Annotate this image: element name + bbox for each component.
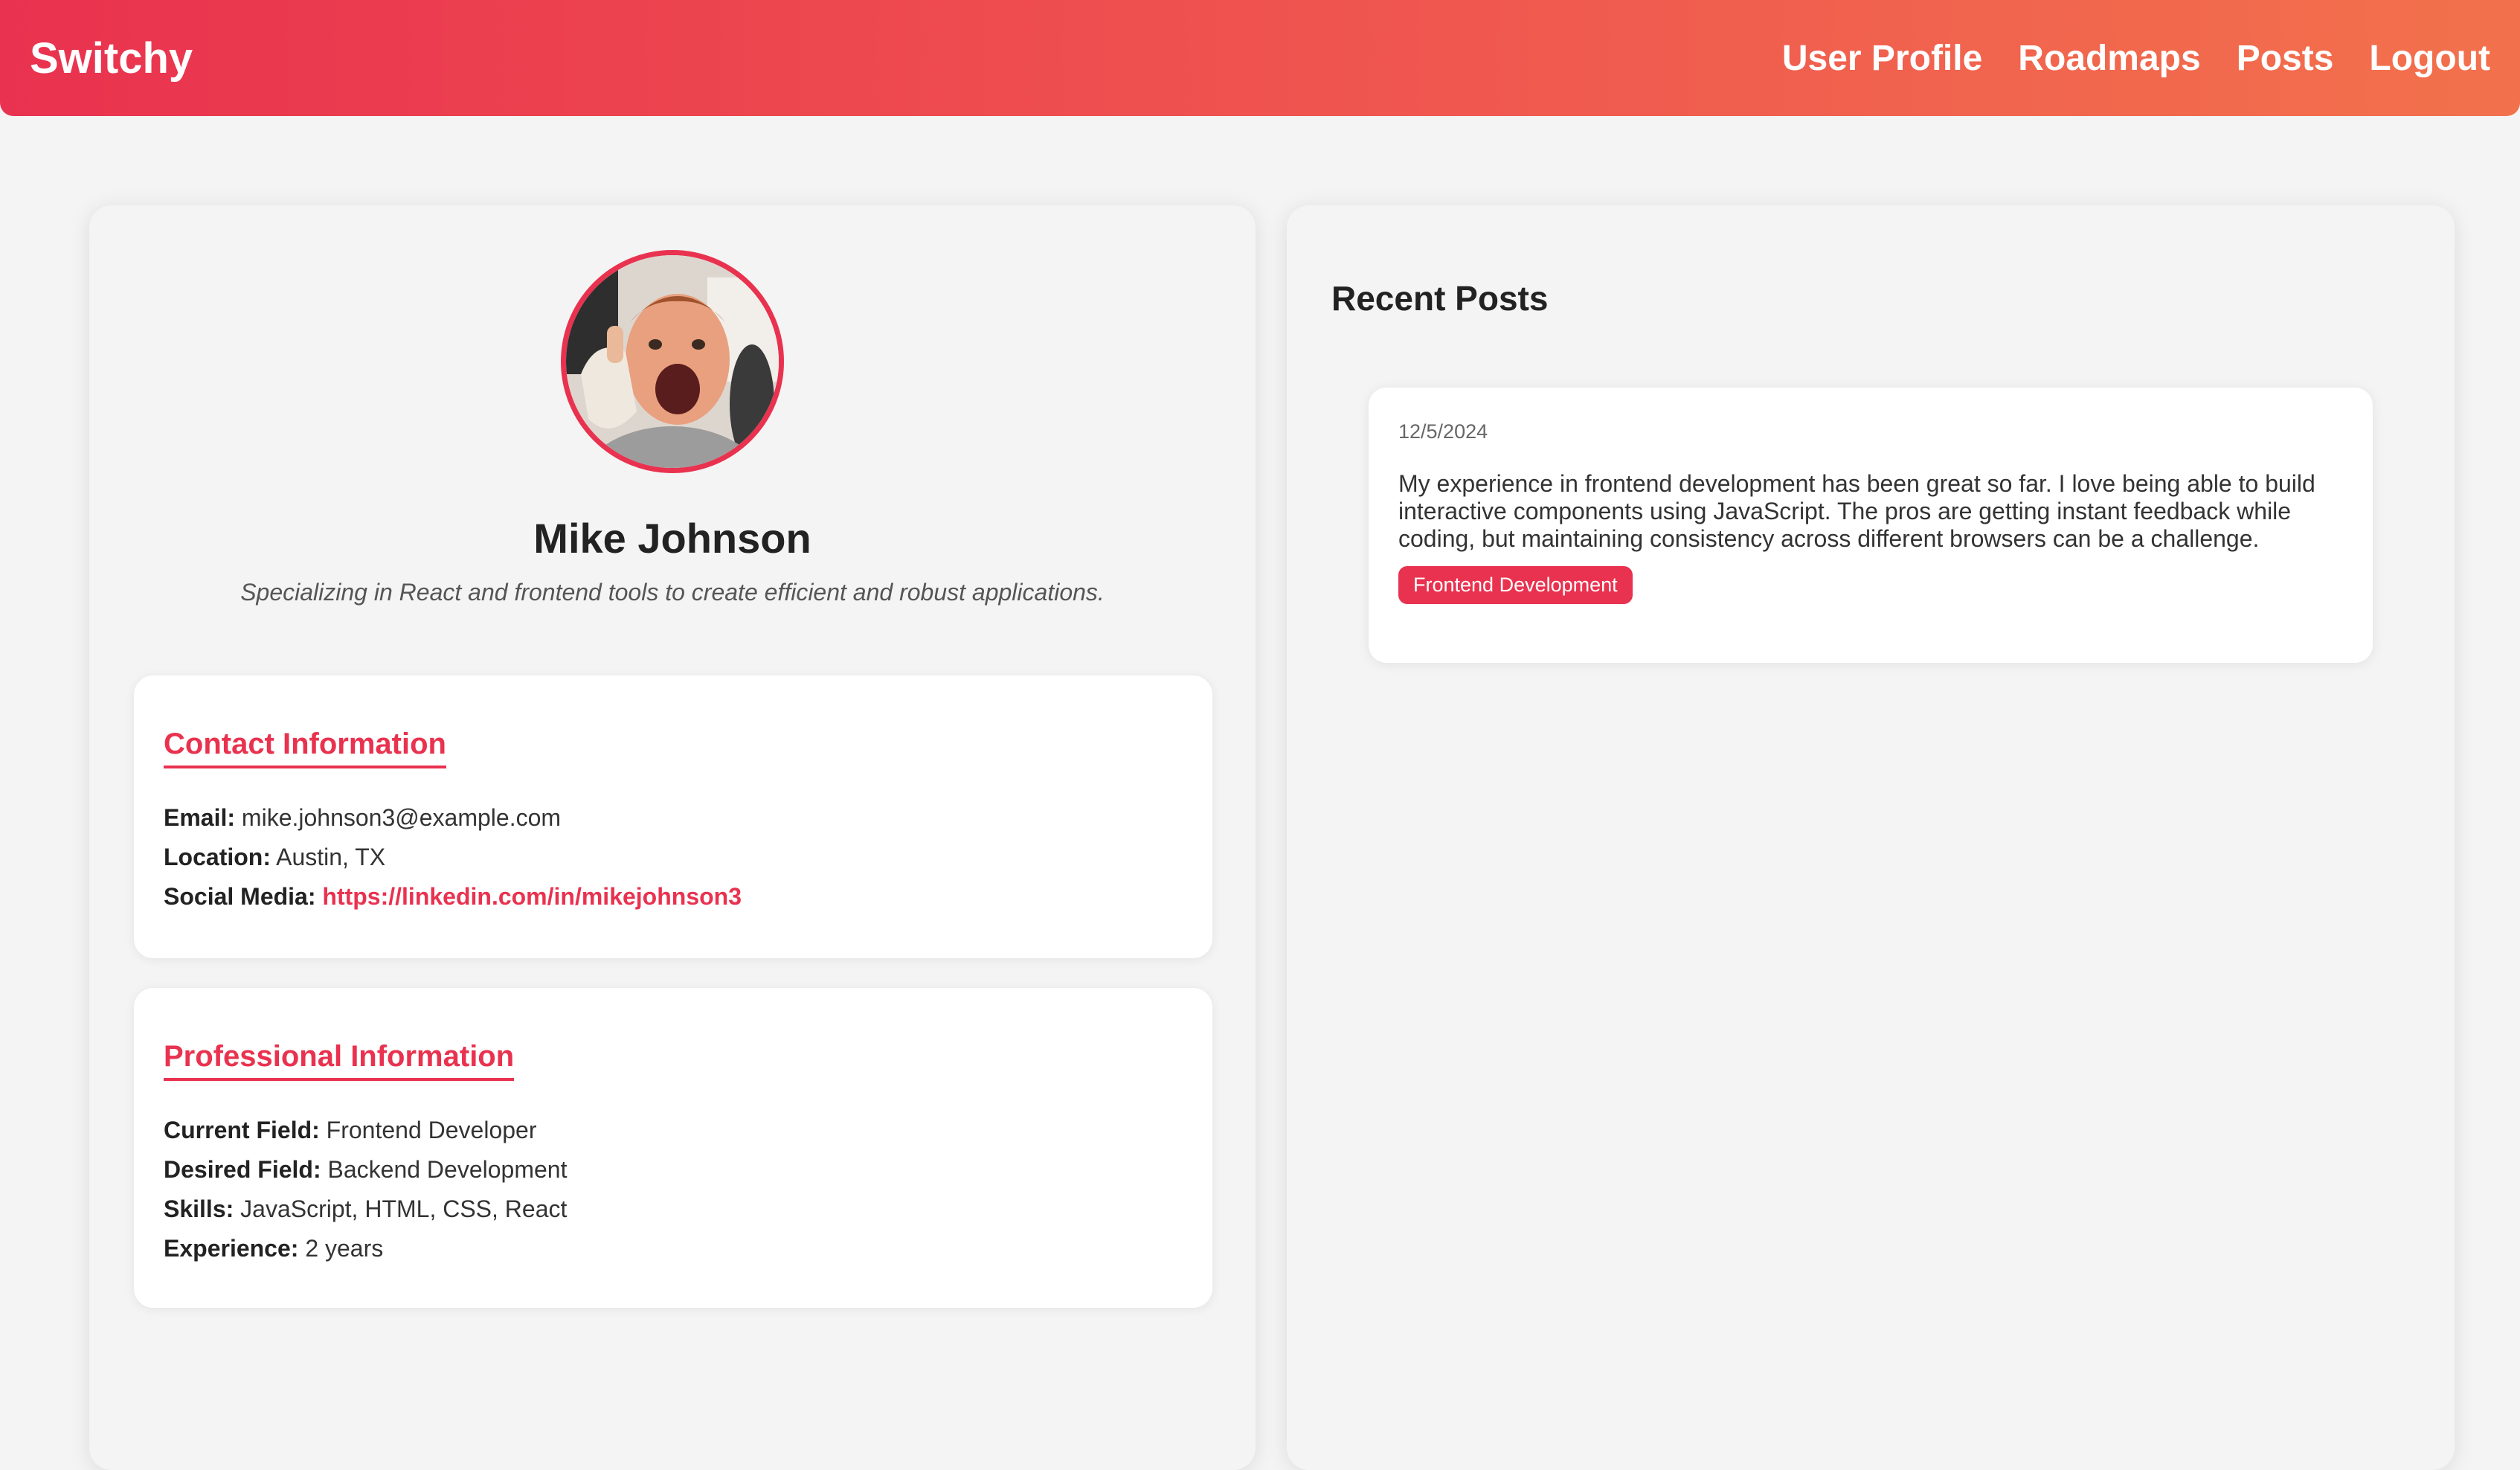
current-field-value: Frontend Developer <box>326 1117 537 1143</box>
profile-card: Mike Johnson Specializing in React and f… <box>89 205 1256 1470</box>
professional-info-box: Professional Information Current Field: … <box>134 988 1212 1308</box>
social-label: Social Media: <box>164 883 316 910</box>
contact-info-box: Contact Information Email: mike.johnson3… <box>134 675 1212 958</box>
skills-row: Skills: JavaScript, HTML, CSS, React <box>164 1190 1183 1229</box>
post-date: 12/5/2024 <box>1398 420 1488 443</box>
contact-info-title: Contact Information <box>164 728 446 768</box>
nav-logout[interactable]: Logout <box>2369 38 2490 79</box>
skills-value: JavaScript, HTML, CSS, React <box>240 1195 568 1222</box>
location-value: Austin, TX <box>276 844 386 870</box>
avatar-photo <box>566 255 779 468</box>
current-field-label: Current Field: <box>164 1117 320 1143</box>
user-name: Mike Johnson <box>533 515 811 562</box>
top-navbar: Switchy User Profile Roadmaps Posts Logo… <box>0 0 2520 116</box>
avatar <box>561 250 784 473</box>
nav-posts[interactable]: Posts <box>2237 38 2334 79</box>
nav-links: User Profile Roadmaps Posts Logout <box>1782 38 2490 79</box>
email-row: Email: mike.johnson3@example.com <box>164 798 1183 838</box>
desired-field-label: Desired Field: <box>164 1156 321 1183</box>
email-label: Email: <box>164 804 236 831</box>
nav-user-profile[interactable]: User Profile <box>1782 38 1982 79</box>
experience-row: Experience: 2 years <box>164 1229 1183 1268</box>
current-field-row: Current Field: Frontend Developer <box>164 1111 1183 1150</box>
post-body: My experience in frontend development ha… <box>1398 470 2315 552</box>
skills-label: Skills: <box>164 1195 234 1222</box>
professional-info-title: Professional Information <box>164 1040 515 1081</box>
social-row: Social Media: https://linkedin.com/in/mi… <box>164 877 1183 917</box>
nav-roadmaps[interactable]: Roadmaps <box>2018 38 2200 79</box>
experience-label: Experience: <box>164 1235 299 1262</box>
location-row: Location: Austin, TX <box>164 838 1183 877</box>
email-value: mike.johnson3@example.com <box>241 804 562 831</box>
location-label: Location: <box>164 844 271 870</box>
social-media-link[interactable]: https://linkedin.com/in/mikejohnson3 <box>322 883 742 910</box>
recent-posts-title: Recent Posts <box>1331 279 1549 318</box>
post-card[interactable]: 12/5/2024 My experience in frontend deve… <box>1369 388 2373 663</box>
experience-value: 2 years <box>305 1235 384 1262</box>
desired-field-row: Desired Field: Backend Development <box>164 1150 1183 1190</box>
desired-field-value: Backend Development <box>327 1156 568 1183</box>
user-bio: Specializing in React and frontend tools… <box>240 579 1105 606</box>
post-tag[interactable]: Frontend Development <box>1398 566 1633 604</box>
recent-posts-card: Recent Posts 12/5/2024 My experience in … <box>1287 205 2455 1470</box>
brand-logo[interactable]: Switchy <box>30 33 193 83</box>
